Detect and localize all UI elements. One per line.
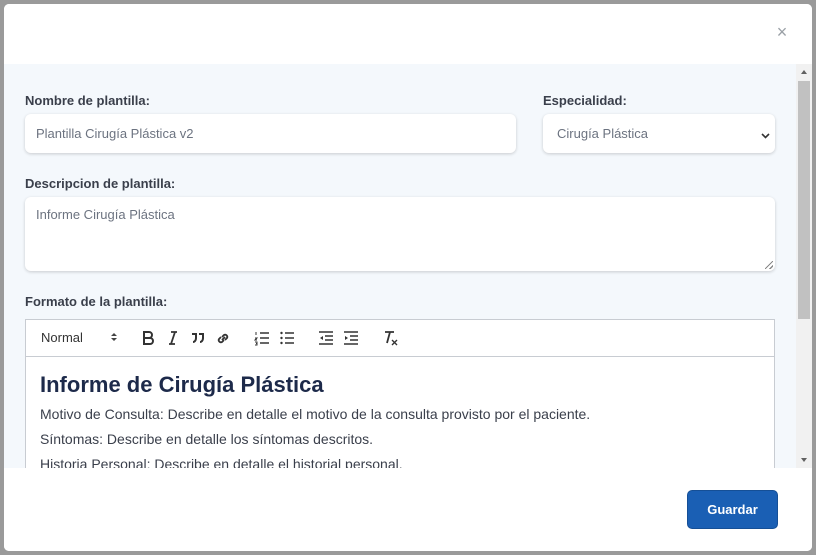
clear-format-button[interactable] (383, 329, 399, 347)
template-modal: × Nombre de plantilla: Plantilla Cirugía… (4, 4, 812, 551)
description-label: Descripcion de plantilla: (25, 176, 176, 191)
save-button[interactable]: Guardar (687, 490, 778, 529)
editor-content[interactable]: Informe de Cirugía Plástica Motivo de Co… (40, 372, 760, 468)
heading-select-value: Normal (41, 330, 83, 345)
scroll-up-arrow-icon[interactable] (796, 64, 812, 80)
report-title: Informe de Cirugía Plástica (40, 372, 324, 397)
template-name-value: Plantilla Cirugía Plástica v2 (36, 126, 194, 141)
outdent-icon (319, 331, 333, 345)
clear-format-icon (385, 331, 398, 346)
specialty-value: Cirugía Plástica (557, 126, 649, 141)
bold-button[interactable] (140, 329, 156, 347)
quote-icon (192, 333, 204, 343)
bullet-list-button[interactable] (279, 329, 295, 347)
up-down-arrow-icon (110, 331, 118, 343)
close-button[interactable]: × (774, 22, 790, 42)
template-name-input[interactable]: Plantilla Cirugía Plástica v2 (25, 114, 516, 153)
link-button[interactable] (215, 329, 231, 347)
content-line: Motivo de Consulta: Describe en detalle … (40, 406, 591, 422)
chevron-down-icon (761, 128, 770, 139)
template-name-label: Nombre de plantilla: (25, 93, 150, 108)
format-label: Formato de la plantilla: (25, 294, 168, 309)
description-textarea[interactable]: Informe Cirugía Plástica (25, 197, 775, 271)
vertical-scrollbar[interactable] (796, 64, 812, 468)
quote-button[interactable] (190, 329, 206, 347)
indent-icon (344, 331, 358, 345)
ordered-list-button[interactable] (254, 329, 270, 347)
italic-button[interactable] (166, 329, 180, 347)
scroll-down-arrow-icon[interactable] (796, 452, 812, 468)
rich-text-editor: Normal Informe de Cirugía Plástica Motiv… (25, 319, 775, 468)
specialty-select[interactable]: Cirugía Plástica (543, 114, 775, 153)
editor-toolbar: Normal (26, 320, 774, 357)
scroll-thumb[interactable] (798, 81, 810, 319)
specialty-label: Especialidad: (543, 93, 627, 108)
outdent-button[interactable] (318, 329, 334, 347)
heading-select[interactable]: Normal (41, 329, 121, 347)
modal-footer: Guardar (4, 468, 812, 551)
bold-icon (143, 331, 154, 345)
bullet-list-icon (280, 331, 294, 345)
modal-header: × (4, 4, 812, 64)
italic-icon (169, 331, 177, 345)
content-line: Historia Personal: Describe en detalle e… (40, 456, 403, 468)
description-value: Informe Cirugía Plástica (36, 207, 175, 222)
indent-button[interactable] (343, 329, 359, 347)
resize-handle[interactable] (765, 261, 773, 269)
ordered-list-icon (254, 332, 269, 346)
content-line: Síntomas: Describe en detalle los síntom… (40, 431, 374, 447)
modal-body: Nombre de plantilla: Plantilla Cirugía P… (4, 64, 796, 468)
link-icon (217, 333, 229, 344)
